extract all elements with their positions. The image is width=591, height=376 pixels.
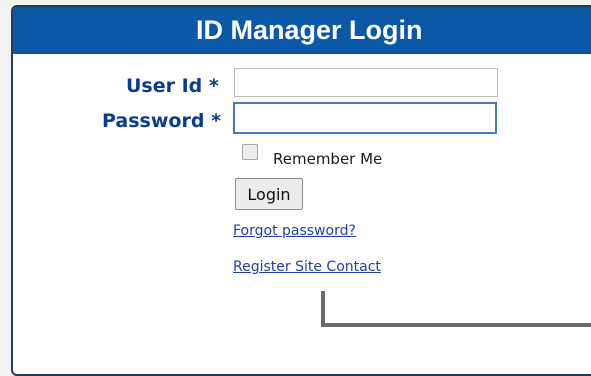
page-title: ID Manager Login [196, 14, 423, 45]
remember-me-label: Remember Me [273, 150, 383, 168]
register-site-contact-link[interactable]: Register Site Contact [233, 259, 381, 275]
callout-line [321, 291, 591, 327]
login-button[interactable]: Login [235, 178, 303, 210]
userid-input[interactable] [234, 68, 498, 97]
required-asterisk: * [208, 75, 219, 97]
password-label: Password * [102, 110, 221, 132]
panel-header: ID Manager Login [13, 7, 591, 54]
userid-label: User Id * [126, 75, 219, 97]
password-label-text: Password [102, 110, 205, 132]
password-input[interactable] [233, 102, 497, 134]
forgot-password-link[interactable]: Forgot password? [233, 223, 356, 239]
required-asterisk: * [211, 110, 221, 132]
userid-label-text: User Id [126, 75, 203, 97]
login-panel: ID Manager Login User Id * Password * Re… [11, 5, 591, 376]
remember-me-checkbox[interactable] [242, 144, 258, 160]
